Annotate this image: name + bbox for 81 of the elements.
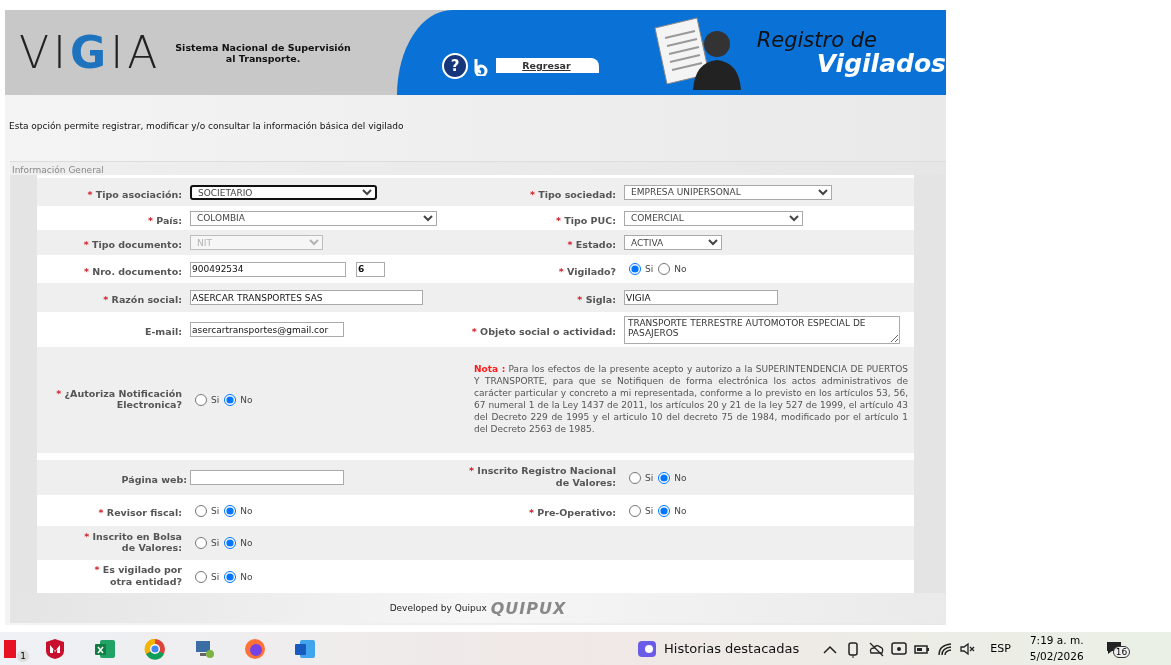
- text-field[interactable]: [190, 470, 344, 485]
- dropdown[interactable]: COMERCIAL: [624, 210, 803, 226]
- note-text: Nota : Para los efectos de la presente acepto y autorizo a la SUPERINTENDENCIA DE PUERTOS Y TRANSPORTE, para que se Notifiquen de forma electrónica los actos administrativos de carácter particular y concreto a mi representada, conforme a lo previsto en los artículos 53, 56, 67 numeral 1 de la Ley 1437 de 2011, los artículos 20 y 21 de la ley 527 de 1999, el artículo 43 del Decreto 229 de 1995 y el articulo 10 del decreto 75 de 1984, modificado por el artículo 1 del Decreto 2563 de 1985.: [474, 364, 908, 436]
- text-field[interactable]: asercartransportes@gmail.cor: [190, 322, 344, 337]
- banner-title: Vigilados: [816, 50, 946, 76]
- radio-button[interactable]: [629, 263, 641, 275]
- clock-time[interactable]: 7:19 a. m.: [1029, 633, 1084, 649]
- radio-button[interactable]: [224, 504, 237, 517]
- radio-button[interactable]: [224, 537, 237, 549]
- radio-label: No: [240, 571, 253, 582]
- field-label: * País:: [147, 214, 182, 227]
- radio-button[interactable]: [658, 504, 671, 517]
- text-field[interactable]: VIGIA: [624, 290, 778, 305]
- system-subtitle: Sistema Nacional de Supervisión al Transporte.: [175, 41, 351, 64]
- radio-label: No: [674, 264, 687, 274]
- clock-date[interactable]: 5/02/2026: [1029, 648, 1084, 664]
- field-label: * ¿Autoriza Notificación Electronica?: [55, 387, 182, 412]
- radio-button[interactable]: [195, 394, 207, 406]
- check-digit-field[interactable]: 6: [356, 261, 385, 277]
- field-label: E-mail:: [144, 326, 182, 338]
- field-label: * Nro. documento:: [83, 265, 182, 278]
- app-icon[interactable]: [4, 639, 16, 658]
- credit-text: Developed by Quipux: [389, 603, 487, 613]
- field-label: * Vigilado?: [558, 265, 616, 278]
- app-badge: 1: [17, 649, 29, 662]
- radio-button[interactable]: [195, 570, 207, 583]
- text-field[interactable]: ASERCAR TRANSPORTES SAS: [190, 290, 423, 305]
- text-field[interactable]: 900492534: [190, 261, 346, 277]
- back-link[interactable]: Regresar: [496, 58, 599, 73]
- radio-button[interactable]: [224, 394, 237, 406]
- quipux-logo: QUIPUX: [490, 598, 567, 618]
- banner-title: Registro de: [756, 29, 878, 51]
- help-icon[interactable]: ?: [442, 52, 469, 79]
- field-label: * Pre-Operativo:: [528, 507, 616, 519]
- field-label: * Tipo PUC:: [555, 214, 616, 227]
- radio-button[interactable]: [629, 504, 641, 517]
- browser-icon[interactable]: [144, 637, 166, 660]
- shield-icon[interactable]: [44, 637, 66, 660]
- radio-label: No: [240, 538, 253, 548]
- radio-label: Si: [645, 505, 654, 516]
- language-indicator[interactable]: ESP: [990, 642, 1011, 655]
- radio-label: Si: [645, 264, 654, 274]
- radio-button[interactable]: [629, 471, 641, 484]
- radio-label: Si: [211, 395, 220, 405]
- radio-label: No: [674, 472, 687, 483]
- document-app-icon[interactable]: [294, 637, 316, 660]
- field-label: * Inscrito en Bolsa de Valores:: [83, 530, 182, 555]
- monitor-icon[interactable]: [890, 639, 909, 658]
- dropdown[interactable]: COLOMBIA: [190, 210, 437, 226]
- field-label: * Objeto social o actividad:: [471, 326, 616, 338]
- radio-label: No: [674, 505, 687, 516]
- field-label: * Es vigilado por otra entidad?: [93, 564, 182, 588]
- field-label: * Razón social:: [103, 294, 182, 306]
- spreadsheet-icon[interactable]: [94, 637, 116, 660]
- radio-label: Si: [645, 472, 654, 483]
- field-label: * Tipo documento:: [83, 239, 182, 251]
- news-widget[interactable]: Historias destacadas: [636, 637, 800, 660]
- dropdown[interactable]: ACTIVA: [624, 235, 722, 250]
- dropdown[interactable]: EMPRESA UNIPERSONAL: [624, 184, 832, 200]
- field-label: * Revisor fiscal:: [98, 507, 182, 519]
- field-label: * Tipo sociedad:: [530, 188, 616, 201]
- radio-button[interactable]: [658, 263, 671, 275]
- dropdown[interactable]: SOCIETARIO: [190, 184, 377, 200]
- radio-label: No: [240, 395, 253, 405]
- radio-label: No: [240, 505, 253, 516]
- text-area[interactable]: TRANSPORTE TERRESTRE AUTOMOTOR ESPECIAL DE PASAJEROS: [624, 315, 900, 344]
- field-label: * Tipo asociación:: [87, 188, 182, 201]
- radio-button[interactable]: [195, 537, 207, 549]
- field-label: Página web:: [120, 474, 187, 486]
- field-label: * Sigla:: [577, 294, 616, 306]
- radio-button[interactable]: [224, 570, 237, 583]
- radio-label: Si: [211, 505, 220, 516]
- radio-label: Si: [211, 538, 220, 548]
- fox-browser-icon[interactable]: [244, 637, 266, 660]
- field-label: * Estado:: [567, 239, 616, 251]
- intro-text: Esta opción permite registrar, modificar y/o consultar la información básica del vigilado: [9, 121, 405, 131]
- radio-label: Si: [211, 571, 220, 582]
- radio-button[interactable]: [658, 471, 671, 484]
- field-label: * Inscrito Registro Nacional de Valores:: [468, 465, 616, 489]
- vigia-logo: VI G IA: [19, 30, 162, 75]
- radio-button[interactable]: [195, 504, 207, 517]
